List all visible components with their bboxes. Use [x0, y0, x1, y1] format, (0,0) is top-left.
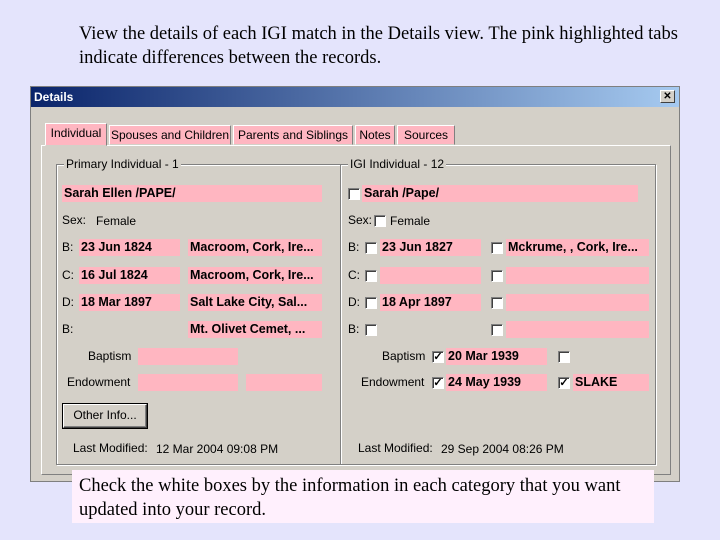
sex-checkbox[interactable]	[374, 215, 386, 227]
birth-place-field: Macroom, Cork, Ire...	[188, 239, 322, 256]
group-title: IGI Individual - 12	[348, 157, 447, 171]
death-place-field: Salt Lake City, Sal...	[188, 294, 322, 311]
last-modified-value: 12 Mar 2004 09:08 PM	[156, 442, 279, 456]
event-label: D:	[62, 295, 74, 309]
close-icon[interactable]: ✕	[660, 90, 675, 103]
sex-label: Sex:	[62, 213, 87, 227]
baptism-label: Baptism	[88, 349, 132, 363]
last-modified-label: Last Modified:	[73, 441, 148, 455]
details-window: Details ✕ Individual Spouses and Childre…	[30, 86, 680, 482]
igi-endowment-date-field: 24 May 1939	[446, 374, 547, 391]
burial-date-checkbox[interactable]	[365, 324, 377, 336]
endowment-label: Endowment	[361, 375, 425, 389]
baptism-field	[138, 348, 238, 365]
event-label: B:	[62, 322, 74, 336]
tab-notes[interactable]: Notes	[355, 125, 395, 145]
igi-death-date-field: 18 Apr 1897	[380, 294, 481, 311]
endowment-label: Endowment	[67, 375, 131, 389]
burial-place-checkbox[interactable]	[491, 324, 503, 336]
other-info-button[interactable]: Other Info...	[62, 403, 148, 429]
primary-name-field: Sarah Ellen /PAPE/	[62, 185, 322, 202]
death-date-field: 18 Mar 1897	[79, 294, 180, 311]
tab-spouses-and-children[interactable]: Spouses and Children	[109, 125, 231, 145]
birth-date-checkbox[interactable]	[365, 242, 377, 254]
igi-baptism-field: 20 Mar 1939	[446, 348, 547, 365]
death-date-checkbox[interactable]	[365, 297, 377, 309]
christening-place-checkbox[interactable]	[491, 270, 503, 282]
igi-christening-date-field	[380, 267, 481, 284]
christening-place-field: Macroom, Cork, Ire...	[188, 267, 322, 284]
igi-birth-date-field: 23 Jun 1827	[380, 239, 481, 256]
igi-christening-place-field	[506, 267, 649, 284]
igi-death-place-field	[506, 294, 649, 311]
event-label: C:	[348, 268, 360, 282]
baptism-extra-checkbox[interactable]	[558, 351, 570, 363]
sex-value: Female	[390, 214, 431, 228]
instruction-caption-top: View the details of each IGI match in th…	[79, 24, 678, 68]
burial-place-field: Mt. Olivet Cemet, ...	[188, 321, 322, 338]
event-label: B:	[348, 240, 360, 254]
last-modified-value: 29 Sep 2004 08:26 PM	[441, 442, 564, 456]
tab-sources[interactable]: Sources	[397, 125, 455, 145]
primary-individual-group: Primary Individual - 1 Sarah Ellen /PAPE…	[56, 157, 341, 465]
birth-place-checkbox[interactable]	[491, 242, 503, 254]
sex-value: Female	[96, 214, 137, 228]
event-label: B:	[348, 322, 360, 336]
igi-individual-group: IGI Individual - 12 Sarah /Pape/ Sex: Fe…	[340, 157, 656, 465]
christening-date-field: 16 Jul 1824	[79, 267, 180, 284]
baptism-label: Baptism	[382, 349, 426, 363]
tab-individual[interactable]: Individual	[45, 123, 107, 146]
event-label: D:	[348, 295, 360, 309]
endowment-temple-field	[246, 374, 322, 391]
endowment-date-field	[138, 374, 238, 391]
endowment-date-checkbox[interactable]: ✓	[432, 377, 444, 389]
igi-burial-place-field	[506, 321, 649, 338]
title-bar[interactable]: Details ✕	[31, 87, 679, 107]
event-label: B:	[62, 240, 74, 254]
window-title: Details	[34, 90, 74, 104]
igi-birth-place-field: Mckrume, , Cork, Ire...	[506, 239, 649, 256]
name-checkbox[interactable]	[348, 188, 360, 200]
tab-parents-and-siblings[interactable]: Parents and Siblings	[233, 125, 353, 145]
igi-endowment-temple-field: SLAKE	[573, 374, 649, 391]
group-title: Primary Individual - 1	[64, 157, 181, 171]
baptism-checkbox[interactable]: ✓	[432, 351, 444, 363]
sex-label: Sex:	[348, 213, 373, 227]
birth-date-field: 23 Jun 1824	[79, 239, 180, 256]
endowment-temple-checkbox[interactable]: ✓	[558, 377, 570, 389]
christening-date-checkbox[interactable]	[365, 270, 377, 282]
instruction-caption-bottom: Check the white boxes by the information…	[72, 470, 654, 523]
event-label: C:	[62, 268, 74, 282]
individual-tab-panel: Primary Individual - 1 Sarah Ellen /PAPE…	[41, 145, 671, 475]
igi-name-field: Sarah /Pape/	[362, 185, 638, 202]
last-modified-label: Last Modified:	[358, 441, 433, 455]
death-place-checkbox[interactable]	[491, 297, 503, 309]
